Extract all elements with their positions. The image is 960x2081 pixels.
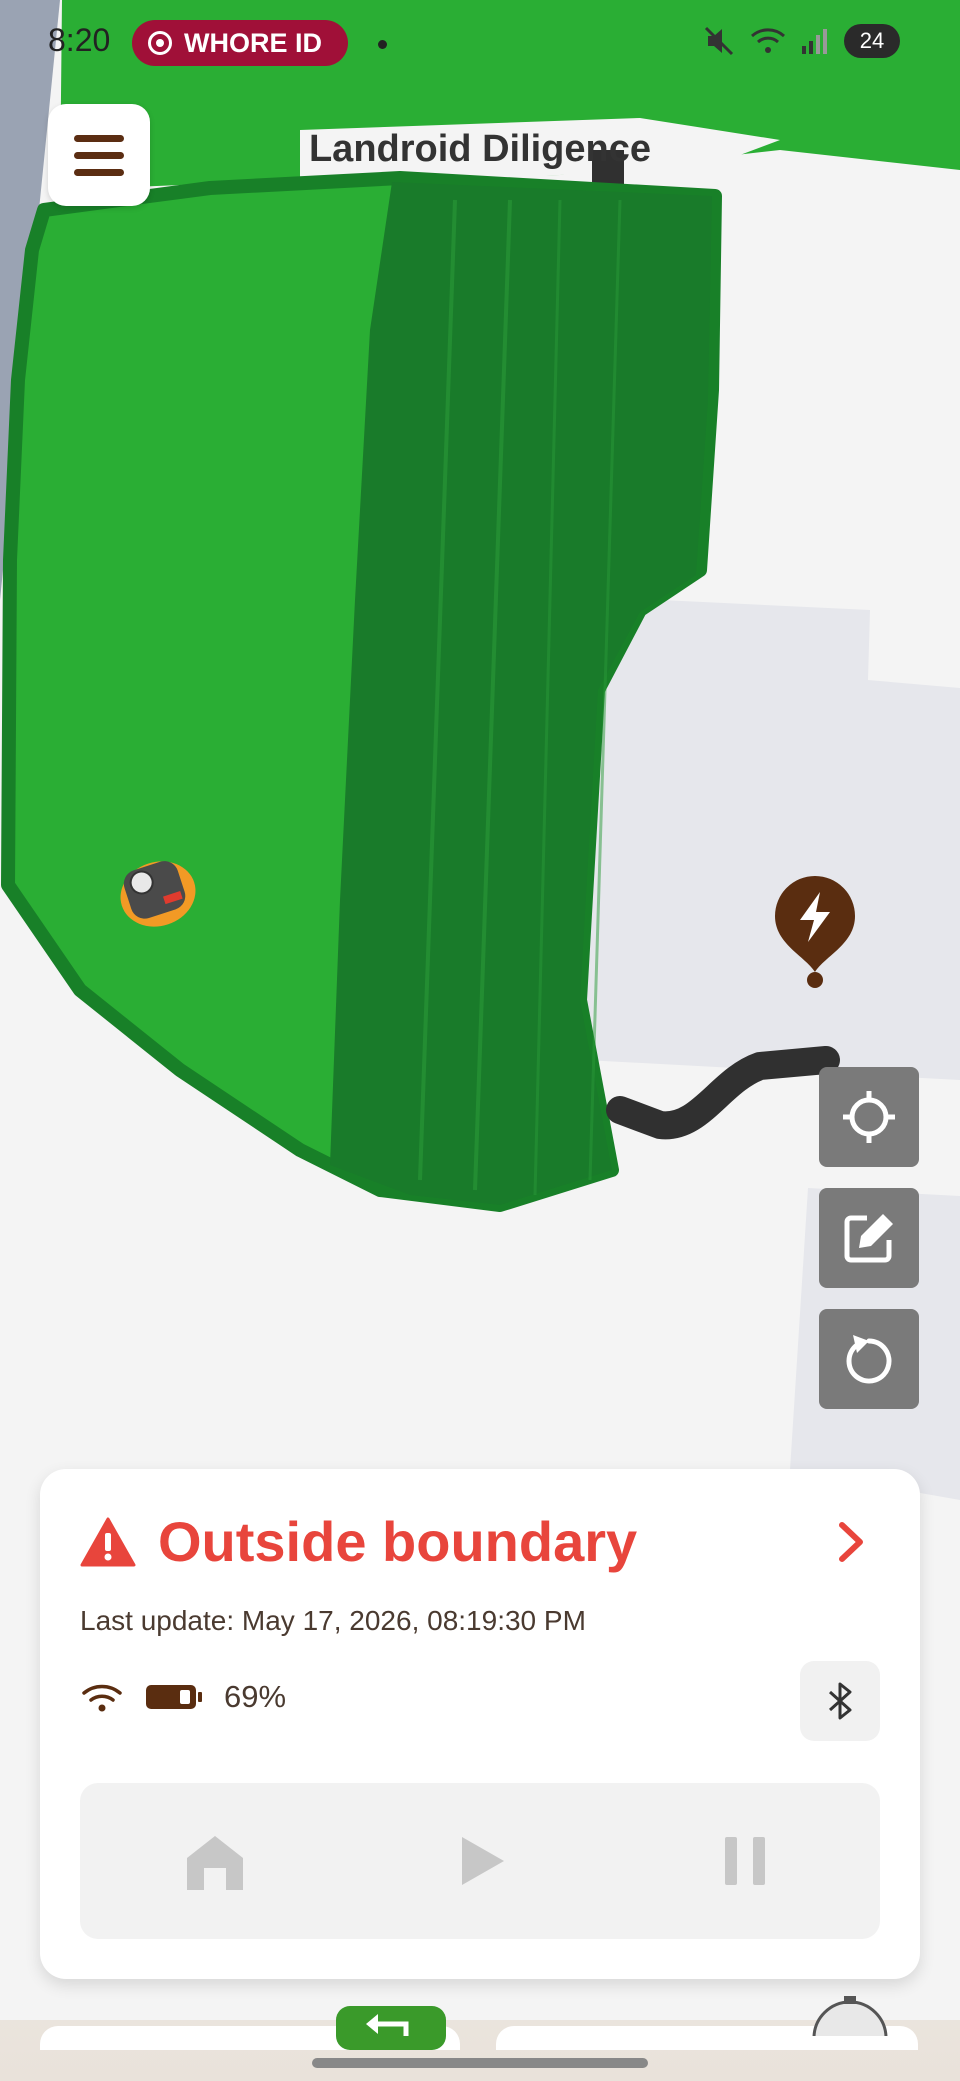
notification-dot bbox=[378, 40, 387, 49]
stopwatch-icon[interactable] bbox=[800, 1996, 900, 2036]
status-time: 8:20 bbox=[48, 22, 111, 58]
bluetooth-button[interactable] bbox=[800, 1661, 880, 1741]
home-icon bbox=[187, 1836, 243, 1890]
locate-crosshair-icon bbox=[843, 1091, 895, 1143]
play-button[interactable] bbox=[440, 1821, 520, 1901]
wifi-signal-icon bbox=[751, 28, 785, 53]
battery-icon bbox=[146, 1685, 202, 1709]
recording-icon bbox=[148, 31, 172, 55]
play-icon bbox=[462, 1837, 504, 1885]
back-to-lawn-icon[interactable] bbox=[336, 2000, 446, 2050]
edit-map-icon bbox=[844, 1214, 893, 1263]
home-indicator[interactable] bbox=[312, 2058, 648, 2068]
warning-icon bbox=[80, 1517, 136, 1566]
pause-button[interactable] bbox=[705, 1821, 785, 1901]
status-text: Outside boundary bbox=[158, 1510, 638, 1573]
refresh-button[interactable] bbox=[819, 1309, 919, 1409]
screen: 8:20 WHORE ID 24 Landroid Diligence Outs… bbox=[0, 0, 960, 2081]
battery-percent: 69% bbox=[224, 1679, 287, 1714]
mower-controls bbox=[80, 1783, 880, 1939]
last-update-text: Last update: May 17, 2026, 08:19:30 PM bbox=[80, 1605, 586, 1636]
status-card: Outside boundary Last update: May 17, 20… bbox=[40, 1469, 920, 1979]
locate-button[interactable] bbox=[819, 1067, 919, 1167]
cell-signal-icon bbox=[802, 29, 827, 54]
pause-icon bbox=[725, 1837, 765, 1885]
connectivity-row: 69% bbox=[80, 1679, 286, 1715]
status-row[interactable]: Outside boundary bbox=[80, 1509, 637, 1574]
home-button[interactable] bbox=[175, 1821, 255, 1901]
edit-map-button[interactable] bbox=[819, 1188, 919, 1288]
refresh-icon bbox=[846, 1335, 892, 1384]
recording-badge[interactable]: WHORE ID bbox=[132, 20, 348, 66]
system-icons: 24 bbox=[702, 24, 900, 58]
wifi-icon bbox=[82, 1684, 122, 1712]
status-bar: 8:20 WHORE ID 24 bbox=[0, 0, 960, 90]
bluetooth-icon bbox=[828, 1682, 852, 1720]
mute-icon bbox=[704, 26, 734, 56]
battery-icon: 24 bbox=[844, 24, 900, 58]
page-title: Landroid Diligence bbox=[308, 128, 652, 170]
chevron-right-icon[interactable] bbox=[832, 1517, 872, 1567]
recording-label: WHORE ID bbox=[184, 27, 322, 58]
